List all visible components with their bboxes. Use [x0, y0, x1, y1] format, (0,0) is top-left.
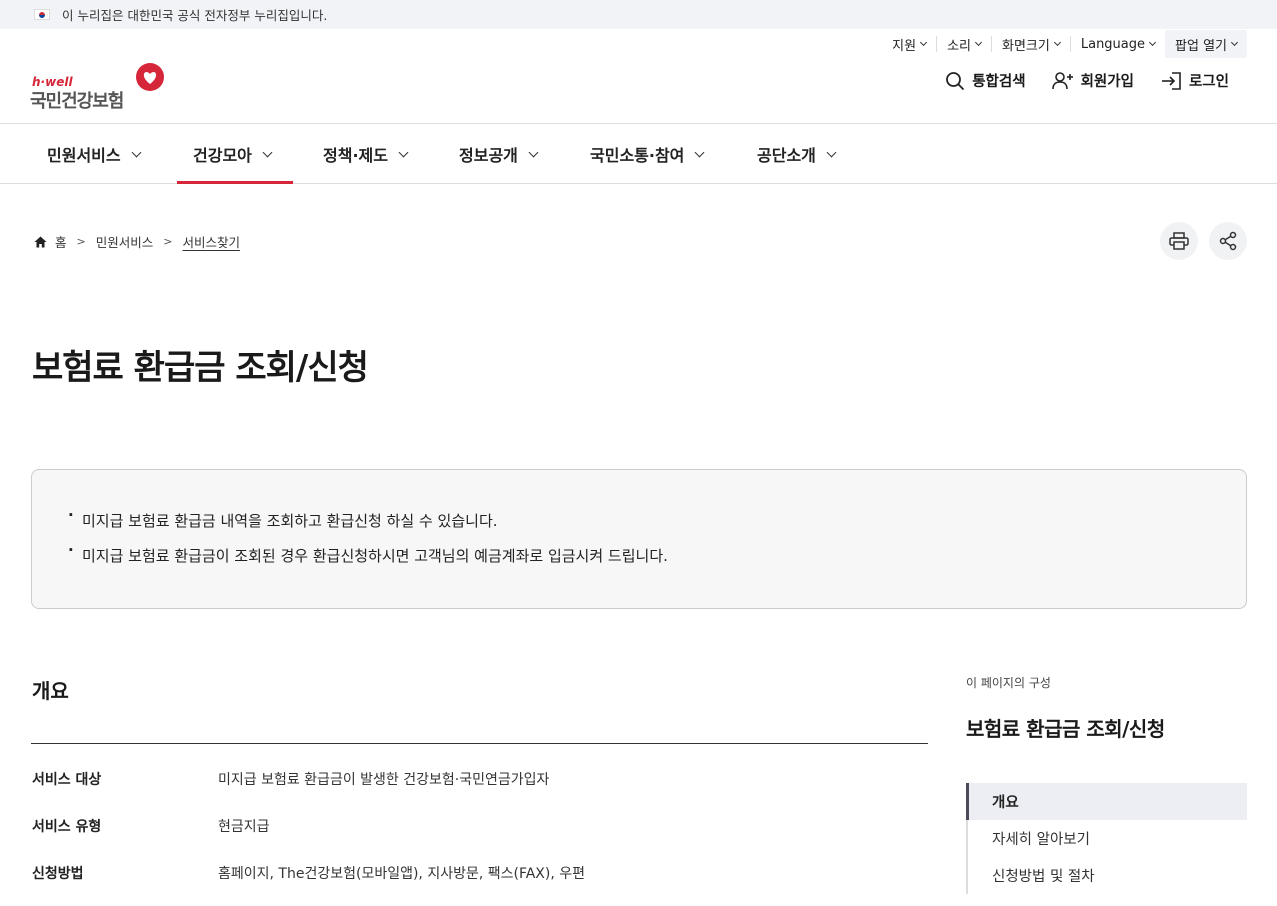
nav-item-civil-service[interactable]: 민원서비스	[47, 124, 142, 184]
utility-menu: 지원 소리 화면크기 Language 팝업 열기	[882, 29, 1247, 59]
logo-name: 국민건강보험	[30, 91, 124, 112]
support-menu[interactable]: 지원	[882, 36, 936, 54]
print-button[interactable]	[1160, 222, 1198, 260]
info-row-value: 미지급 보험료 환급금이 발생한 건강보험·국민연금가입자	[218, 772, 550, 788]
nav-item-about[interactable]: 공단소개	[757, 124, 837, 184]
share-button[interactable]	[1209, 222, 1247, 260]
page-title: 보험료 환급금 조회/신청	[32, 348, 369, 388]
chevron-down-icon	[1230, 38, 1239, 47]
signup-button[interactable]: 회원가입	[1051, 70, 1134, 91]
breadcrumb: 홈 > 민원서비스 > 서비스찾기	[34, 232, 240, 251]
chevron-down-icon	[1148, 38, 1157, 47]
popup-open-button[interactable]: 팝업 열기	[1165, 30, 1247, 58]
nav-active-indicator	[177, 181, 293, 184]
chevron-down-icon	[398, 147, 409, 158]
toc-caption: 이 페이지의 구성	[966, 676, 1051, 690]
gov-banner-text: 이 누리집은 대한민국 공식 전자정부 누리집입니다.	[62, 8, 328, 23]
notice-box: 미지급 보험료 환급금 내역을 조회하고 환급신청 하실 수 있습니다. 미지급…	[31, 469, 1247, 609]
nav-item-info-disclosure[interactable]: 정보공개	[459, 124, 539, 184]
main-nav: 민원서비스 건강모아 정책·제도 정보공개 국민소통·참여 공단소개	[0, 123, 1277, 184]
login-icon	[1161, 71, 1181, 90]
chevron-down-icon	[694, 147, 705, 158]
breadcrumb-home[interactable]: 홈	[55, 232, 67, 251]
info-row-key: 서비스 유형	[32, 819, 102, 835]
gov-banner: 이 누리집은 대한민국 공식 전자정부 누리집입니다.	[0, 0, 1277, 29]
breadcrumb-level1[interactable]: 민원서비스	[96, 232, 154, 251]
sound-menu[interactable]: 소리	[936, 36, 991, 54]
info-row-value: 홈페이지, The건강보험(모바일앱), 지사방문, 팩스(FAX), 우편	[218, 866, 586, 882]
breadcrumb-current[interactable]: 서비스찾기	[182, 232, 240, 251]
nav-item-policy[interactable]: 정책·제도	[323, 124, 409, 184]
search-icon	[946, 71, 965, 90]
info-row-key: 서비스 대상	[32, 772, 102, 788]
info-row-value: 현금지급	[218, 819, 270, 835]
nav-item-communication[interactable]: 국민소통·참여	[590, 124, 705, 184]
top-actions: 통합검색 회원가입 로그인	[945, 70, 1229, 91]
language-menu[interactable]: Language	[1069, 36, 1165, 52]
chevron-down-icon	[1053, 38, 1061, 47]
toc-title: 보험료 환급금 조회/신청	[966, 717, 1165, 741]
logo[interactable]: h·well 국민건강보험	[30, 60, 170, 112]
toc-item-details[interactable]: 자세히 알아보기	[968, 820, 1247, 857]
toc-item-overview[interactable]: 개요	[966, 783, 1247, 820]
info-row: 신청방법 홈페이지, The건강보험(모바일앱), 지사방문, 팩스(FAX),…	[32, 863, 585, 883]
info-row-key: 신청방법	[32, 866, 84, 882]
add-user-icon	[1051, 71, 1073, 89]
heart-logo-icon	[136, 63, 164, 91]
info-row: 서비스 유형 현금지급	[32, 816, 270, 836]
nav-item-health[interactable]: 건강모아	[193, 124, 273, 184]
section-title-overview: 개요	[32, 679, 69, 703]
login-button[interactable]: 로그인	[1160, 70, 1229, 91]
chevron-down-icon	[826, 147, 837, 158]
chevron-down-icon	[262, 147, 273, 158]
korea-flag-icon	[34, 9, 50, 20]
info-row: 서비스 대상 미지급 보험료 환급금이 발생한 건강보험·국민연금가입자	[32, 769, 549, 789]
page-toc: 개요 자세히 알아보기 신청방법 및 절차	[966, 783, 1247, 894]
chevron-down-icon	[920, 38, 928, 47]
integrated-search-button[interactable]: 통합검색	[945, 70, 1026, 91]
printer-icon	[1169, 232, 1189, 250]
notice-item: 미지급 보험료 환급금 내역을 조회하고 환급신청 하실 수 있습니다.	[68, 506, 1206, 531]
breadcrumb-separator-icon: >	[163, 235, 173, 248]
font-size-menu[interactable]: 화면크기	[991, 36, 1070, 54]
breadcrumb-separator-icon: >	[76, 235, 86, 248]
chevron-down-icon	[528, 147, 539, 158]
chevron-down-icon	[974, 38, 983, 47]
share-icon	[1219, 231, 1237, 251]
chevron-down-icon	[131, 147, 142, 158]
notice-item: 미지급 보험료 환급금이 조회된 경우 환급신청하시면 고객님의 예금계좌로 입…	[68, 541, 1206, 566]
home-icon	[34, 236, 47, 247]
section-divider	[31, 743, 928, 744]
toc-item-procedure[interactable]: 신청방법 및 절차	[968, 857, 1247, 894]
